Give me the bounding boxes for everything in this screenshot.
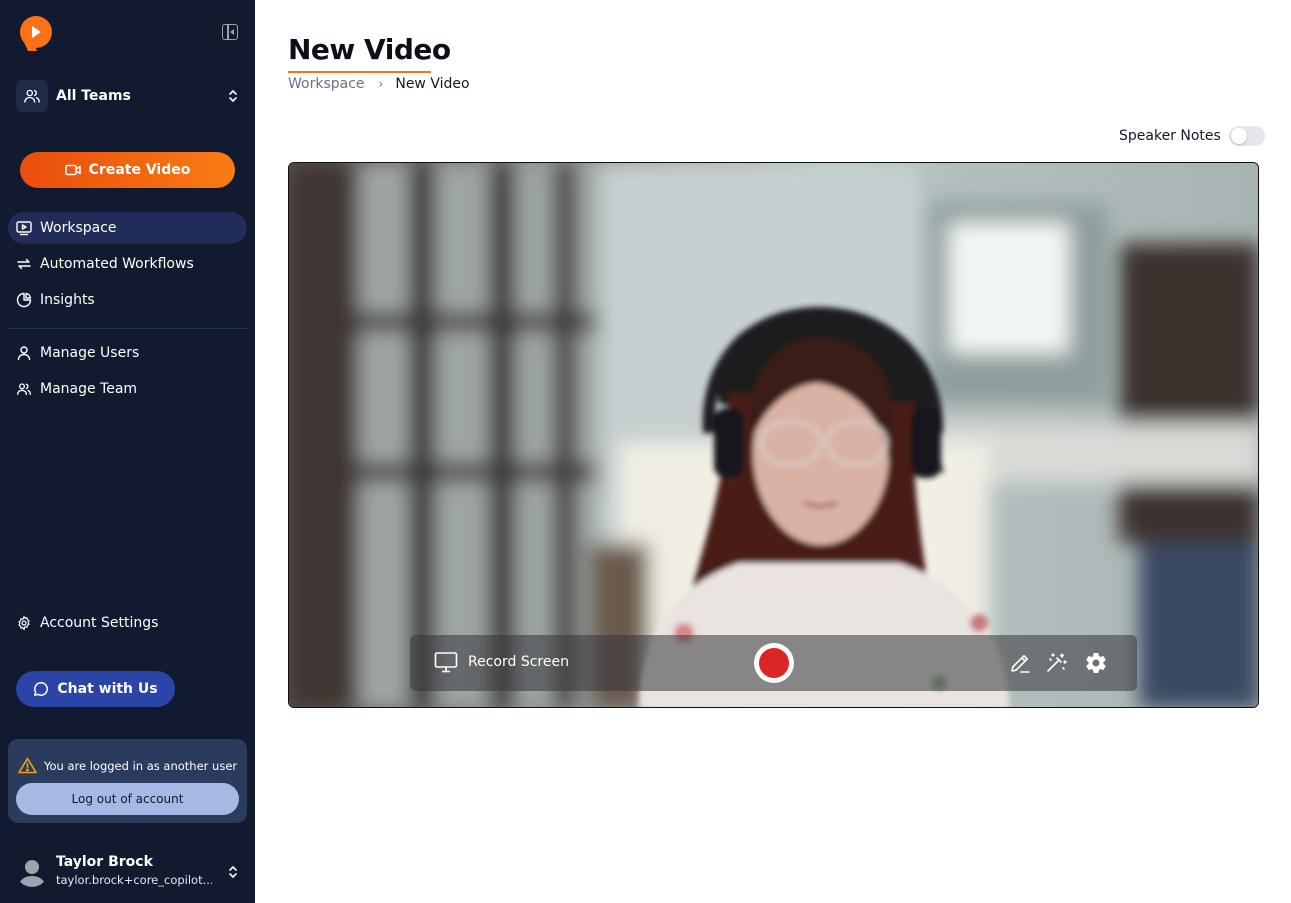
page-title: New Video (288, 33, 451, 66)
speaker-notes-control: Speaker Notes (1119, 126, 1265, 146)
camera-preview: Record Screen (288, 162, 1259, 708)
record-screen-button[interactable]: Record Screen (434, 651, 569, 673)
gear-icon (16, 615, 32, 631)
logo-icon[interactable] (20, 16, 52, 48)
sidebar-item-label: Manage Users (40, 345, 140, 361)
record-button[interactable] (754, 643, 794, 683)
users-icon (16, 381, 32, 397)
speaker-notes-toggle[interactable] (1228, 126, 1265, 146)
team-selector-label: All Teams (56, 88, 131, 104)
log-out-button[interactable]: Log out of account (16, 783, 239, 815)
sidebar-item-label: Workspace (40, 220, 117, 236)
user-email: taylor.brock+core_copilot... (56, 873, 212, 887)
title-underline (288, 71, 431, 73)
pencil-icon[interactable] (1008, 651, 1032, 675)
team-selector[interactable]: All Teams (16, 79, 248, 113)
create-video-label: Create Video (88, 162, 191, 178)
impersonation-text: You are logged in as another user (44, 758, 238, 773)
pie-chart-icon (16, 292, 32, 308)
arrows-repeat-icon (16, 256, 32, 272)
camera-feed-image (289, 163, 1258, 707)
sidebar-item-automated-workflows[interactable]: Automated Workflows (8, 248, 247, 280)
record-screen-label: Record Screen (468, 654, 569, 670)
speaker-notes-label: Speaker Notes (1119, 128, 1221, 144)
record-icon (759, 648, 789, 678)
sidebar-item-manage-team[interactable]: Manage Team (8, 373, 247, 405)
chevron-updown-icon (229, 866, 237, 878)
sidebar-item-manage-users[interactable]: Manage Users (8, 337, 247, 369)
gear-icon[interactable] (1084, 651, 1108, 675)
recorder-control-bar: Record Screen (410, 635, 1137, 691)
sidebar-item-account-settings[interactable]: Account Settings (8, 607, 247, 639)
create-video-button[interactable]: Create Video (20, 152, 235, 188)
user-icon (16, 345, 32, 361)
sidebar: All Teams Create Video Workspace Automat… (0, 0, 255, 903)
chat-bubble-icon (34, 682, 49, 696)
warning-icon (18, 757, 37, 774)
breadcrumb-workspace[interactable]: Workspace (288, 76, 365, 92)
sidebar-item-insights[interactable]: Insights (8, 284, 247, 316)
sidebar-item-label: Insights (40, 292, 95, 308)
user-menu[interactable]: Taylor Brock taylor.brock+core_copilot..… (16, 851, 248, 891)
user-name: Taylor Brock (56, 854, 153, 870)
magic-wand-icon[interactable] (1044, 651, 1068, 675)
impersonation-message: You are logged in as another user (18, 757, 237, 774)
sidebar-item-label: Account Settings (40, 615, 159, 631)
chevron-right-icon: › (378, 77, 384, 91)
avatar (16, 855, 48, 887)
video-camera-icon (64, 164, 81, 176)
chat-with-us-label: Chat with Us (57, 681, 158, 697)
breadcrumb-current: New Video (395, 76, 470, 92)
sidebar-item-label: Automated Workflows (40, 256, 194, 272)
users-icon (16, 80, 48, 112)
chat-with-us-button[interactable]: Chat with Us (16, 671, 175, 707)
impersonation-banner: You are logged in as another user Log ou… (8, 739, 247, 823)
sidebar-divider (8, 328, 247, 329)
sidebar-item-workspace[interactable]: Workspace (8, 212, 247, 244)
breadcrumb: Workspace › New Video (288, 76, 470, 92)
chevron-updown-icon (229, 90, 237, 102)
monitor-play-icon (16, 220, 32, 236)
monitor-icon (434, 652, 458, 673)
sidebar-item-label: Manage Team (40, 381, 138, 397)
collapse-sidebar-icon[interactable] (222, 24, 238, 40)
